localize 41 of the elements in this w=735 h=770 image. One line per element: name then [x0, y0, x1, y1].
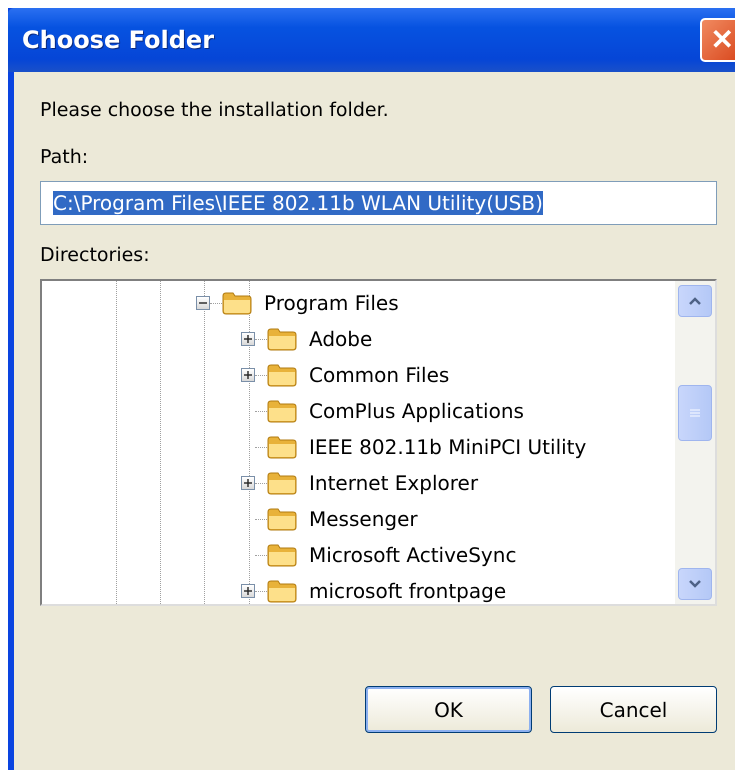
folder-name[interactable]: Messenger — [309, 507, 418, 531]
folder-icon — [267, 399, 297, 423]
caret-up-icon — [688, 296, 702, 306]
folder-name[interactable]: Internet Explorer — [309, 471, 478, 495]
scroll-down-button[interactable] — [678, 568, 712, 600]
plus-icon — [244, 335, 252, 343]
folder-name[interactable]: microsoft frontpage — [309, 579, 506, 603]
folder-name[interactable]: Program Files — [264, 291, 399, 315]
folder-name[interactable]: Microsoft ActiveSync — [309, 543, 516, 567]
expand-toggle[interactable] — [241, 368, 255, 382]
plus-icon — [244, 587, 252, 595]
folder-icon — [267, 507, 297, 531]
collapse-toggle[interactable] — [196, 296, 210, 310]
scroll-thumb[interactable] — [678, 385, 712, 441]
scroll-up-button[interactable] — [678, 285, 712, 317]
folder-icon — [267, 543, 297, 567]
cancel-button[interactable]: Cancel — [550, 686, 717, 733]
scrollbar[interactable] — [675, 281, 715, 604]
folder-name[interactable]: Adobe — [309, 327, 372, 351]
prompt-text: Please choose the installation folder. — [40, 98, 390, 122]
expand-toggle[interactable] — [241, 332, 255, 346]
folder-icon — [267, 327, 297, 351]
plus-icon — [244, 371, 252, 379]
directories-label: Directories: — [40, 243, 151, 267]
expand-toggle[interactable] — [241, 584, 255, 598]
folder-name[interactable]: IEEE 802.11b MiniPCI Utility — [309, 435, 586, 459]
folder-icon — [267, 435, 297, 459]
folder-icon — [222, 291, 252, 315]
folder-icon — [267, 363, 297, 387]
folder-name[interactable]: ComPlus Applications — [309, 399, 524, 423]
window-title: Choose Folder — [22, 26, 214, 54]
path-field[interactable]: C:\Program Files\IEEE 802.11b WLAN Utility(USB) — [40, 181, 717, 225]
path-label: Path: — [40, 145, 90, 169]
folder-name[interactable]: Common Files — [309, 363, 450, 387]
ok-button[interactable]: OK — [365, 686, 532, 733]
plus-icon — [244, 479, 252, 487]
caret-down-icon — [688, 579, 702, 589]
folder-icon — [267, 579, 297, 603]
grip-icon — [689, 407, 701, 419]
expand-toggle[interactable] — [241, 476, 255, 490]
folder-icon — [267, 471, 297, 495]
